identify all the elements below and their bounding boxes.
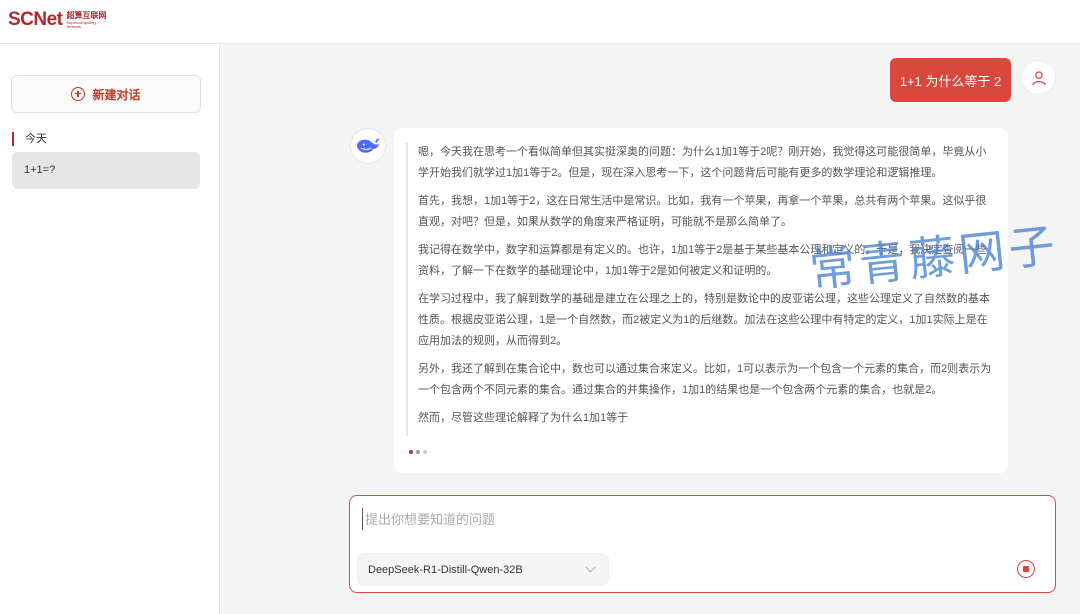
stop-generation-button[interactable] (1017, 560, 1035, 578)
scnet-logo[interactable]: SCNet 超算互联网 Supercomputing Network (8, 9, 107, 31)
loading-dot (409, 450, 413, 454)
assistant-message-card: 嗯，今天我在思考一个看似简单但其实挺深奥的问题：为什么1加1等于2呢？刚开始，我… (394, 128, 1008, 473)
user-icon (1031, 70, 1046, 85)
assistant-avatar (350, 128, 386, 164)
plus-circle-icon (71, 87, 86, 101)
chat-input-box: DeepSeek-R1-Distill-Qwen-32B (349, 495, 1056, 593)
new-chat-label: 新建对话 (92, 87, 141, 102)
logo-subtitle: 超算互联网 Supercomputing Network (66, 10, 107, 29)
loading-dot (423, 450, 427, 454)
stop-icon (1023, 566, 1029, 572)
whale-icon (356, 138, 380, 153)
answer-paragraph: 首先，我想，1加1等于2，这在日常生活中是常识。比如，我有一个苹果，再拿一个苹果… (418, 195, 987, 228)
model-select[interactable]: DeepSeek-R1-Distill-Qwen-32B (357, 553, 609, 586)
chevron-down-icon (585, 562, 596, 573)
top-bar: SCNet 超算互联网 Supercomputing Network (0, 0, 1080, 44)
model-select-value: DeepSeek-R1-Distill-Qwen-32B (368, 563, 523, 576)
answer-paragraph: 另外，我还了解到在集合论中，数也可以通过集合来定义。比如，1可以表示为一个包含一… (418, 363, 992, 396)
assistant-thinking-text: 嗯，今天我在思考一个看似简单但其实挺深奥的问题：为什么1加1等于2呢？刚开始，我… (406, 142, 996, 436)
user-message-text: 1+1 为什么等于 2 (899, 73, 1002, 89)
user-avatar (1021, 60, 1056, 95)
history-section-today: 今天 (12, 132, 47, 146)
loading-indicator (409, 450, 427, 454)
sidebar: 新建对话 今天 1+1=? (0, 44, 220, 614)
answer-paragraph: 然而，尽管这些理论解释了为什么1加1等于 (418, 412, 629, 424)
logo-cn-text: 超算互联网 (66, 10, 107, 20)
logo-wordmark: SCNet (8, 9, 63, 30)
loading-dot (416, 450, 420, 454)
answer-paragraph: 我记得在数学中，数字和运算都是有定义的。也许，1加1等于2是基于某些基本公理和定… (418, 244, 987, 277)
answer-paragraph: 在学习过程中，我了解到数学的基础是建立在公理之上的，特别是数论中的皮亚诺公理，这… (418, 293, 990, 347)
answer-paragraph: 嗯，今天我在思考一个看似简单但其实挺深奥的问题：为什么1加1等于2呢？刚开始，我… (418, 146, 987, 179)
logo-en-text: Supercomputing Network (66, 19, 96, 29)
question-input[interactable] (362, 508, 1042, 530)
history-item[interactable]: 1+1=? (12, 152, 200, 189)
user-message-bubble: 1+1 为什么等于 2 (890, 58, 1011, 102)
new-chat-button[interactable]: 新建对话 (11, 75, 201, 113)
